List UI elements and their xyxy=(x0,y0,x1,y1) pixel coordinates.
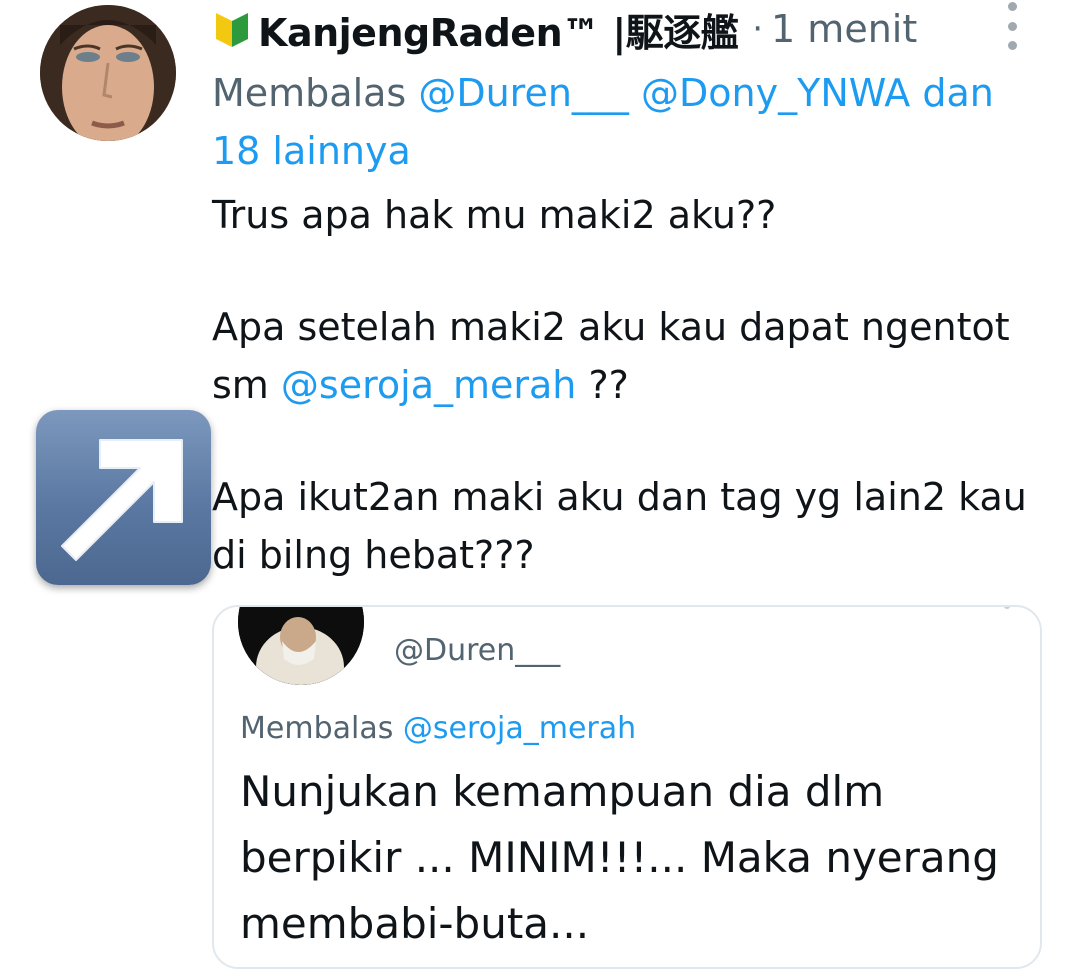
quoted-reply-prefix: Membalas xyxy=(240,711,394,746)
more-options-icon[interactable] xyxy=(1000,2,1024,50)
quoted-reply-mention[interactable]: @seroja_merah xyxy=(403,711,636,746)
quoted-avatar[interactable] xyxy=(238,607,364,685)
timestamp[interactable]: 1 menit xyxy=(771,7,917,51)
reply-and[interactable]: dan xyxy=(922,71,994,115)
tweet-header: KanjengRaden™ |駆逐艦 · 1 menit xyxy=(212,2,917,57)
reply-mention-dony[interactable]: @Dony_YNWA xyxy=(641,71,910,115)
quoted-reply-context: Membalas @seroja_merah xyxy=(240,711,636,746)
author-name[interactable]: KanjengRaden™ |駆逐艦 xyxy=(258,2,739,57)
reply-mention-duren[interactable]: @Duren___ xyxy=(418,71,629,115)
quoted-tweet[interactable]: @Duren___ Membalas @seroja_merah Nunjuka… xyxy=(212,605,1042,969)
body-line-2: Apa setelah maki2 aku kau dapat ngentot … xyxy=(212,305,1010,407)
body-line-1: Trus apa hak mu maki2 aku?? xyxy=(212,193,777,237)
quoted-handle[interactable]: @Duren___ xyxy=(394,633,560,668)
reply-prefix: Membalas xyxy=(212,71,407,115)
separator-dot: · xyxy=(752,9,764,49)
tweet-body: Trus apa hak mu maki2 aku?? Apa setelah … xyxy=(212,186,1052,584)
reply-context: Membalas @Duren___ @Dony_YNWA dan 18 lai… xyxy=(212,64,1042,180)
beginner-badge-icon xyxy=(212,9,252,49)
body-line-3: Apa ikut2an maki aku dan tag yg lain2 ka… xyxy=(212,475,1027,577)
arrow-up-right-icon[interactable] xyxy=(36,410,211,585)
author-avatar[interactable] xyxy=(40,5,176,141)
quoted-text: Nunjukan kemampuan dia dlm berpikir ... … xyxy=(240,767,999,948)
body-mention-seroja[interactable]: @seroja_merah xyxy=(281,363,576,407)
quoted-dot xyxy=(1004,607,1010,609)
reply-others[interactable]: 18 lainnya xyxy=(212,129,411,173)
